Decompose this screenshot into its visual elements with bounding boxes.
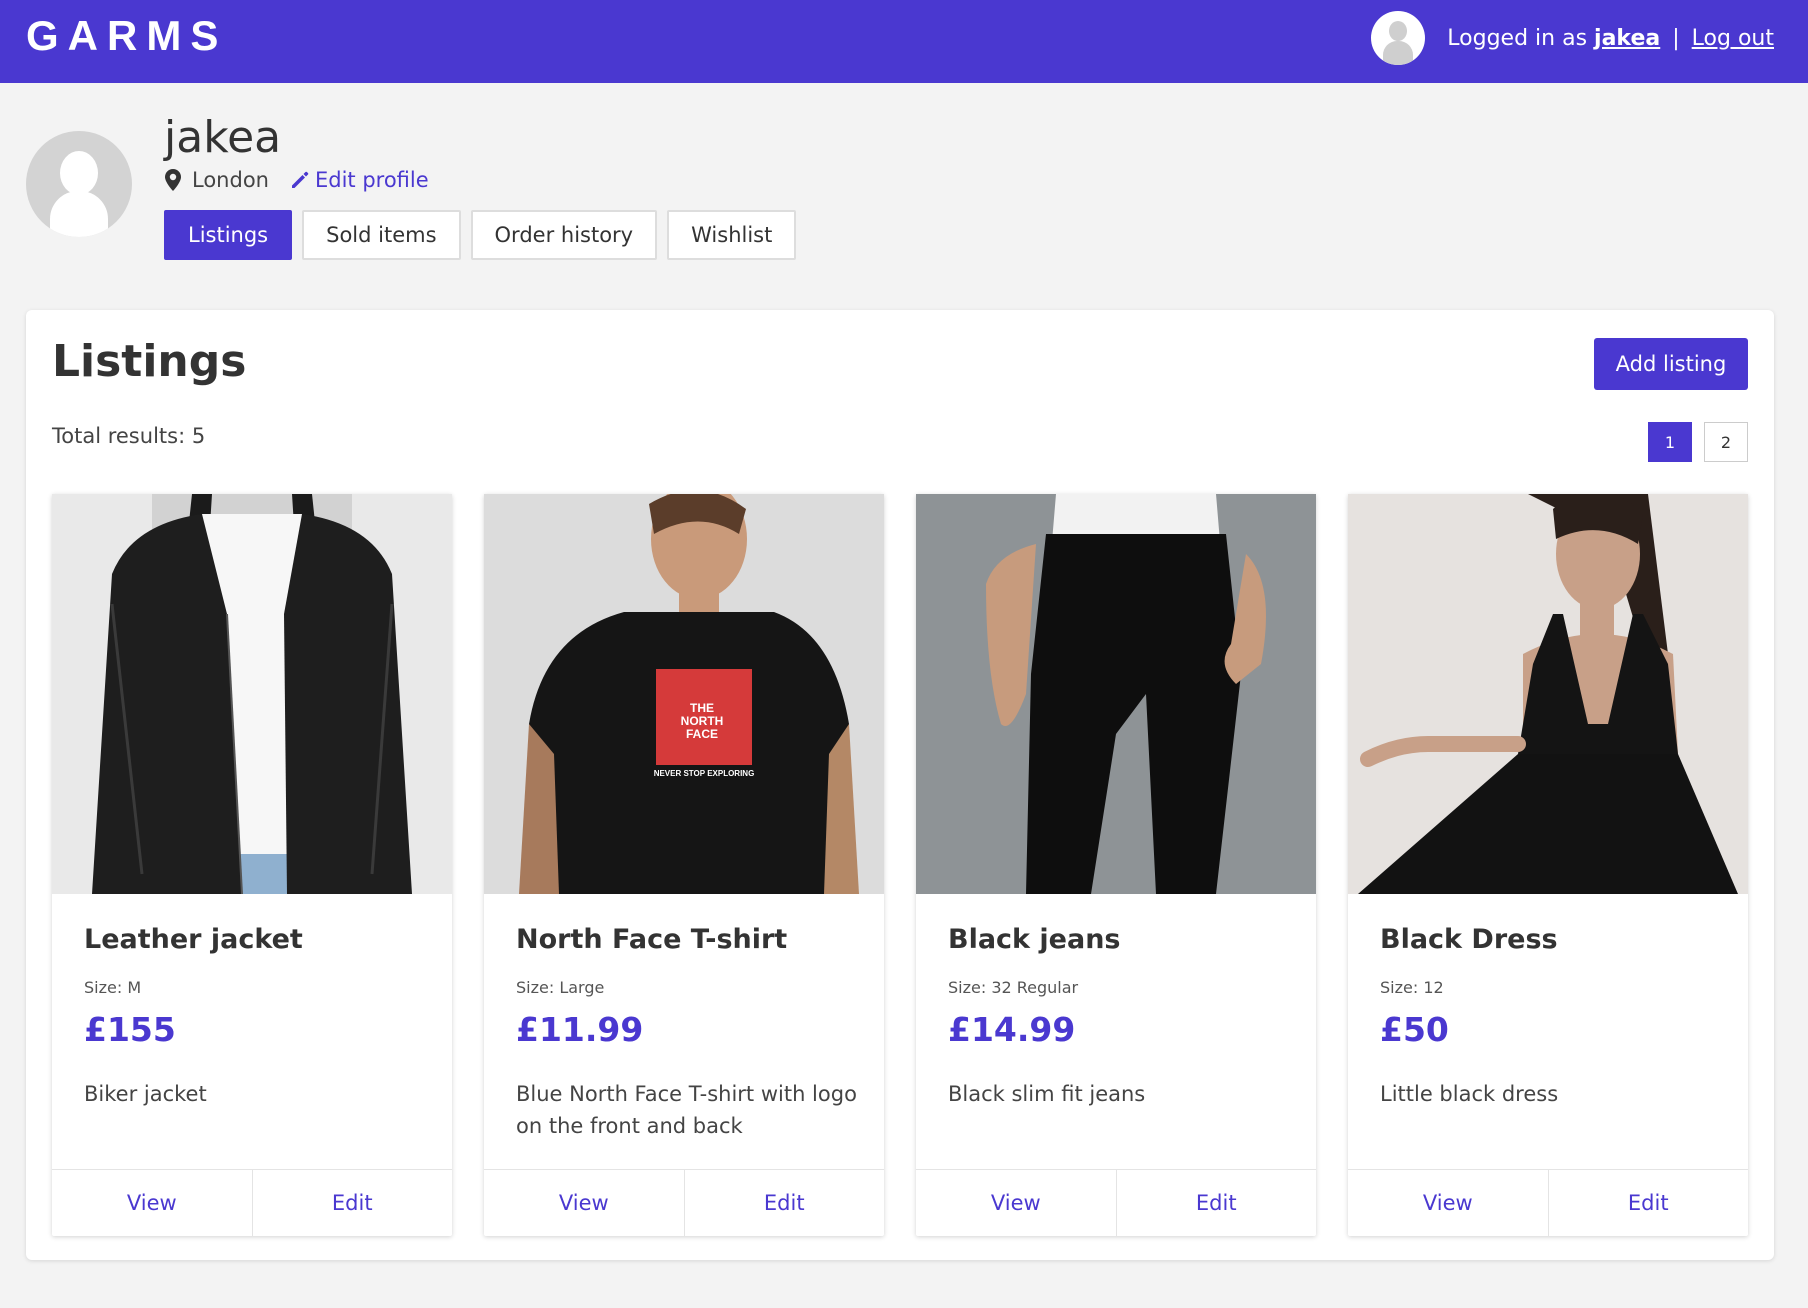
listing-price: £14.99 [948, 1010, 1076, 1049]
listing-title: North Face T-shirt [516, 924, 788, 955]
total-results: Total results: 5 [52, 424, 206, 448]
user-menu: Logged in as jakea | Log out [1371, 11, 1774, 65]
page-1-button[interactable]: 1 [1648, 422, 1692, 462]
edit-button[interactable]: Edit [1115, 1170, 1317, 1236]
logout-link[interactable]: Log out [1692, 26, 1774, 51]
listings-title: Listings [52, 336, 247, 387]
nav-separator: | [1672, 25, 1680, 51]
tab-listings[interactable]: Listings [164, 210, 293, 260]
listing-price: £50 [1380, 1010, 1449, 1049]
listing-grid: Leather jacket Size: M £155 Biker jacket… [52, 494, 1748, 1236]
edit-profile-link[interactable]: Edit profile [289, 168, 429, 192]
view-button[interactable]: View [484, 1170, 684, 1236]
tab-order-history[interactable]: Order history [470, 210, 658, 260]
garms-logo[interactable]: GARMS [26, 12, 227, 60]
profile-tabs: Listings Sold items Order history Wishli… [164, 210, 806, 260]
listing-description: Blue North Face T-shirt with logo on the… [516, 1082, 857, 1138]
black-dress-photo[interactable] [1348, 494, 1748, 894]
tab-wishlist[interactable]: Wishlist [667, 210, 797, 260]
tshirt-logo-line-2: NORTH [681, 714, 724, 728]
listing-title: Black jeans [948, 924, 1121, 955]
tshirt-logo-line-3: FACE [686, 727, 718, 741]
listing-title: Leather jacket [84, 924, 303, 955]
listing-price: £11.99 [516, 1010, 644, 1049]
pencil-icon [291, 171, 309, 188]
listing-price: £155 [84, 1010, 176, 1049]
north-face-tshirt-photo[interactable]: THE NORTH FACE NEVER STOP EXPLORING [484, 494, 884, 894]
top-nav-bar: GARMS Logged in as jakea | Log out [0, 0, 1808, 83]
listing-title: Black Dress [1380, 924, 1558, 955]
tshirt-tagline: NEVER STOP EXPLORING [654, 769, 755, 778]
view-button[interactable]: View [916, 1170, 1116, 1236]
listing-actions: View Edit [916, 1169, 1316, 1236]
listing-card: Black jeans Size: 32 Regular £14.99 Blac… [916, 494, 1316, 1236]
listing-size: Size: 12 [1380, 978, 1444, 997]
listing-card: Leather jacket Size: M £155 Biker jacket… [52, 494, 452, 1236]
listing-card: THE NORTH FACE NEVER STOP EXPLORING Nort… [484, 494, 884, 1236]
listing-description: Black slim fit jeans [948, 1082, 1146, 1106]
listing-description: Biker jacket [84, 1082, 207, 1106]
add-listing-button[interactable]: Add listing [1594, 338, 1748, 390]
map-pin-icon [165, 169, 181, 191]
listings-panel: Listings Add listing Total results: 5 1 … [26, 310, 1774, 1260]
edit-button[interactable]: Edit [683, 1170, 885, 1236]
listing-description: Little black dress [1380, 1082, 1559, 1106]
logged-in-label: Logged in as [1447, 25, 1588, 51]
listing-size: Size: Large [516, 978, 605, 997]
edit-button[interactable]: Edit [251, 1170, 453, 1236]
edit-profile-label: Edit profile [314, 168, 429, 192]
listing-size: Size: M [84, 978, 142, 997]
edit-button[interactable]: Edit [1547, 1170, 1749, 1236]
profile-location: London [192, 168, 269, 192]
listing-actions: View Edit [52, 1169, 452, 1236]
listing-size: Size: 32 Regular [948, 978, 1079, 997]
black-jeans-photo[interactable] [916, 494, 1316, 894]
listing-card: Black Dress Size: 12 £50 Little black dr… [1348, 494, 1748, 1236]
profile-meta: London Edit profile [164, 168, 429, 192]
view-button[interactable]: View [1348, 1170, 1548, 1236]
username-link[interactable]: jakea [1594, 26, 1660, 51]
profile-username: jakea [164, 112, 282, 163]
profile-avatar [26, 131, 132, 237]
pagination: 1 2 [1636, 422, 1748, 462]
tshirt-logo-line-1: THE [690, 701, 714, 715]
page-2-button[interactable]: 2 [1704, 422, 1748, 462]
tab-sold-items[interactable]: Sold items [302, 210, 461, 260]
leather-jacket-photo[interactable] [52, 494, 452, 894]
avatar[interactable] [1371, 11, 1426, 65]
listing-actions: View Edit [484, 1169, 884, 1236]
listing-actions: View Edit [1348, 1169, 1748, 1236]
view-button[interactable]: View [52, 1170, 252, 1236]
